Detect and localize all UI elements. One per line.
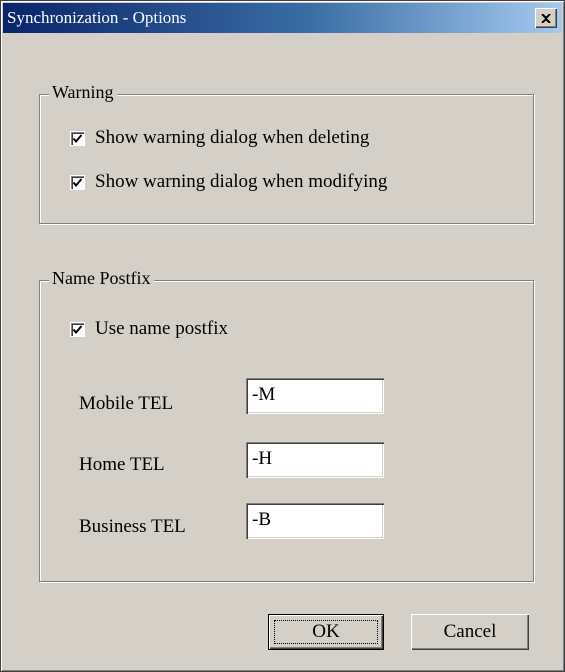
cancel-button-label: Cancel: [443, 621, 497, 642]
focus-ring: [274, 620, 378, 644]
warning-legend: Warning: [49, 82, 117, 103]
name-postfix-groupbox: Name Postfix Use name postfix Mobile TEL…: [39, 268, 534, 582]
use-postfix-option[interactable]: Use name postfix: [70, 318, 228, 340]
home-tel-input[interactable]: -H: [246, 442, 384, 478]
warning-groupbox: Warning Show warning dialog when deletin…: [39, 82, 534, 224]
ok-button[interactable]: OK: [268, 614, 384, 650]
cancel-button[interactable]: Cancel: [411, 614, 529, 650]
mobile-tel-label: Mobile TEL: [79, 393, 174, 414]
close-icon: [541, 13, 551, 23]
mobile-tel-input[interactable]: -M: [246, 378, 384, 414]
name-postfix-legend: Name Postfix: [49, 268, 154, 289]
window-title: Synchronization - Options: [7, 8, 187, 27]
home-tel-label: Home TEL: [79, 454, 165, 475]
business-tel-input[interactable]: -B: [246, 503, 384, 539]
checkmark-icon: [72, 133, 83, 143]
warn-modify-label: Show warning dialog when modifying: [95, 171, 388, 192]
warn-modify-option[interactable]: Show warning dialog when modifying: [70, 171, 387, 193]
warn-delete-checkbox[interactable]: [70, 130, 85, 146]
warn-delete-option[interactable]: Show warning dialog when deleting: [70, 127, 369, 149]
title-bar[interactable]: Synchronization - Options: [3, 3, 562, 33]
use-postfix-label: Use name postfix: [95, 318, 228, 339]
checkmark-icon: [72, 324, 83, 334]
business-tel-label: Business TEL: [79, 516, 186, 537]
options-dialog: Synchronization - Options Warning Show w…: [0, 0, 565, 672]
close-button[interactable]: [535, 8, 557, 28]
warn-modify-checkbox[interactable]: [70, 174, 85, 190]
use-postfix-checkbox[interactable]: [70, 321, 85, 337]
warn-delete-label: Show warning dialog when deleting: [95, 127, 370, 148]
checkmark-icon: [72, 177, 83, 187]
